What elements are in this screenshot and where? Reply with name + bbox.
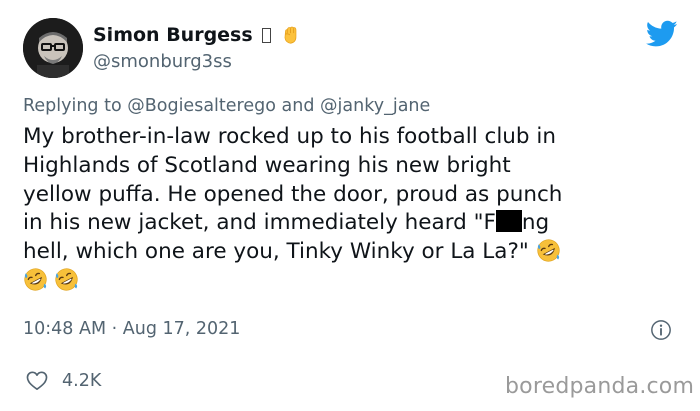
replying-prefix: Replying to [23,96,122,116]
missing-glyph-icon [261,27,271,43]
like-count: 4.2K [62,371,102,391]
redaction-block [495,210,522,233]
rolling-on-floor-laughing-emoji-icon [23,267,48,292]
tweet-line: yellow puffa. He opened the door, proud … [23,181,563,207]
tweet-text: My brother-in-law rocked up to his footb… [23,123,683,296]
raised-fist-emoji-icon [284,26,297,44]
author-display-name[interactable]: Simon Burgess [93,24,253,46]
tweet-line-segment: ng [521,210,550,236]
tweet-line: in his new jacket, and immediately heard… [23,209,683,238]
replying-to-line: Replying to @Bogiesalterego and @janky_j… [23,96,430,116]
rolling-on-floor-laughing-emoji-icon [536,238,561,263]
avatar[interactable] [23,18,83,78]
author-handle[interactable]: @smonburg3ss [93,51,232,72]
tweet-line [23,267,683,296]
tweet-line-segment: in his new jacket, and immediately heard… [23,210,496,236]
tweet-line-segment: hell, which one are you, Tinky Winky or … [23,239,529,265]
rolling-on-floor-laughing-emoji-icon [54,267,79,292]
mention-link[interactable]: @Bogiesalterego [127,96,276,116]
twitter-bird-icon[interactable] [646,20,678,48]
author-name-row: Simon Burgess [93,22,301,48]
tweet-line: Highlands of Scotland wearing his new br… [23,152,511,178]
mention-link[interactable]: @janky_jane [320,96,430,116]
watermark: boredpanda.com [505,374,695,399]
replying-connector: and [281,96,315,116]
tweet-line: hell, which one are you, Tinky Winky or … [23,238,683,267]
tweet-timestamp[interactable]: 10:48 AM · Aug 17, 2021 [23,319,240,339]
tweet-line: My brother-in-law rocked up to his footb… [23,124,557,149]
info-icon[interactable] [650,319,672,341]
like-button[interactable]: 4.2K [26,371,101,391]
heart-outline-icon [26,371,48,390]
